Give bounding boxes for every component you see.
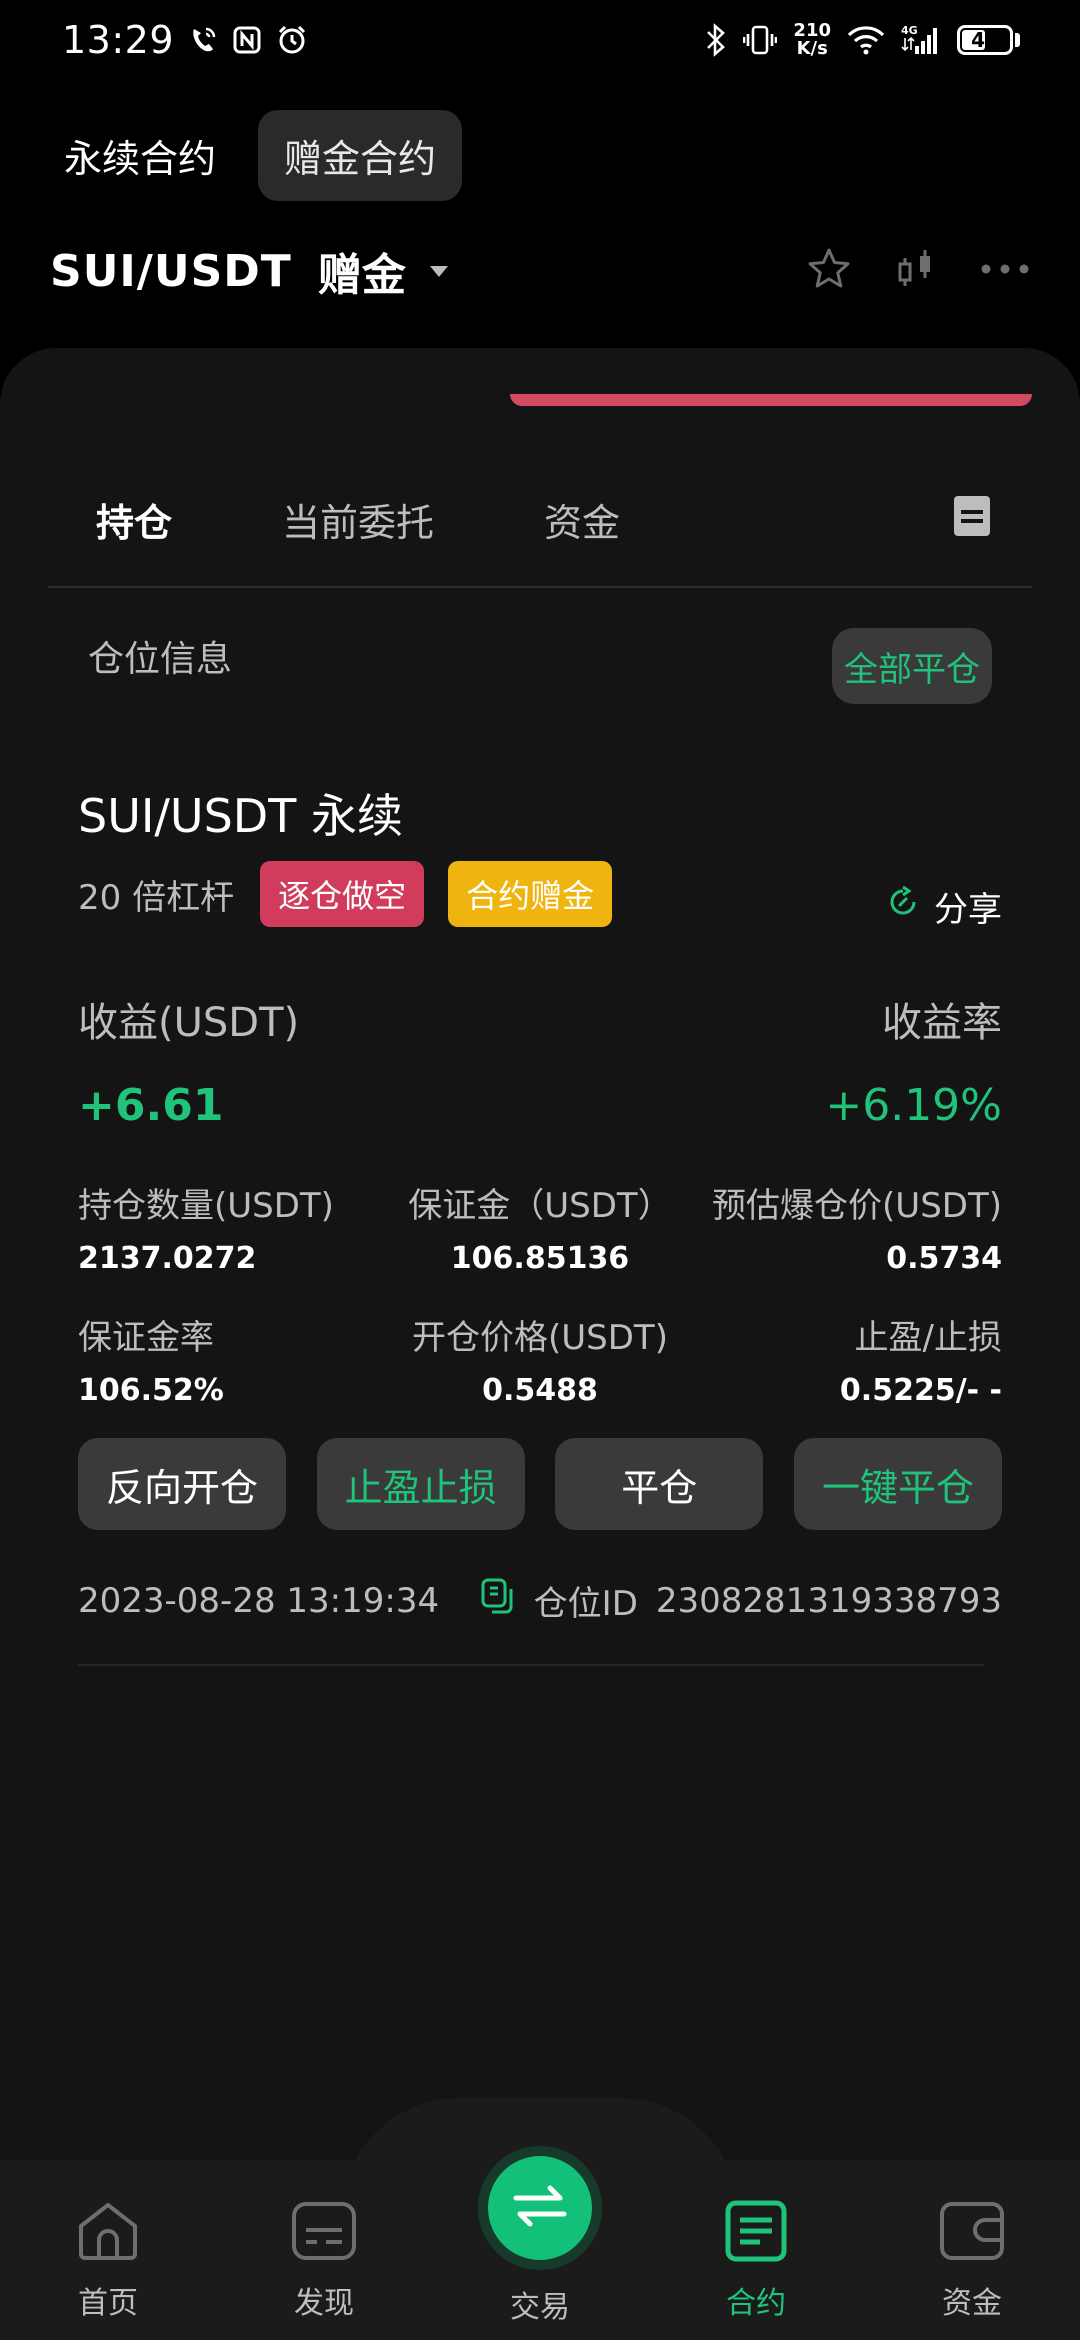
status-left: 13:29 (62, 18, 308, 62)
position-id-group[interactable]: 仓位ID 2308281319338793 (480, 1576, 1002, 1625)
close-position-button[interactable]: 平仓 (555, 1438, 764, 1530)
field-tp-sl: 止盈/止损 0.5225/- - (839, 1318, 1002, 1408)
nav-trade-label: 交易 (510, 2290, 570, 2325)
status-time: 13:29 (62, 18, 175, 62)
tab-perpetual-contract[interactable]: 永续合约 (38, 110, 242, 201)
vibrate-icon (743, 23, 778, 57)
tp-sl-button[interactable]: 止盈止损 (316, 1438, 525, 1530)
alarm-icon (276, 24, 308, 56)
more-icon[interactable] (980, 261, 1030, 281)
pnl-rate-value: +6.19% (825, 1080, 1002, 1131)
nav-home[interactable]: 首页 (28, 2200, 188, 2322)
star-icon[interactable] (806, 246, 852, 296)
pnl-values: +6.61 +6.19% (78, 1080, 1002, 1131)
position-tags-row: 20 倍杠杆 逐仓做空 合约赠金 分享 (78, 860, 1002, 931)
wallet-icon (939, 2200, 1005, 2270)
divider (78, 1664, 984, 1666)
pair-selector[interactable]: SUI/USDT 赠金 (50, 239, 448, 303)
tab-bonus-contract[interactable]: 赠金合约 (258, 110, 463, 201)
field-entry-price: 开仓价格(USDT) 0.5488 (412, 1318, 668, 1408)
panel-accent-bar (510, 394, 1032, 406)
nav-contract[interactable]: 合约 (676, 2200, 836, 2322)
status-right: 210 K/s 4G 45 (705, 22, 1020, 58)
wifi-call-icon (188, 25, 218, 55)
nav-wallet-label: 资金 (942, 2286, 1002, 2321)
pair-tag: 赠金 (317, 250, 406, 301)
wifi-icon (847, 25, 885, 55)
tab-funds[interactable]: 资金 (544, 480, 620, 559)
position-tabs: 持仓 当前委托 资金 (48, 480, 1032, 588)
one-click-close-button[interactable]: 一键平仓 (793, 1438, 1002, 1530)
battery-level: 45 (971, 28, 999, 52)
position-actions: 反向开仓 止盈止损 平仓 一键平仓 (78, 1438, 1002, 1530)
nav-contract-label: 合约 (726, 2286, 786, 2321)
position-meta: 2023-08-28 13:19:34 仓位ID 230828131933879… (78, 1576, 1002, 1625)
pair-actions (806, 246, 1030, 296)
pair-name: SUI/USDT (50, 245, 292, 297)
signal-icon: 4G (901, 24, 941, 56)
position-title: SUI/USDT 永续 (78, 789, 403, 843)
pnl-rate-label: 收益率 (882, 1000, 1002, 1046)
contract-bonus-badge: 合约赠金 (448, 861, 613, 927)
net-speed: 210 K/s (793, 20, 831, 59)
share-icon (886, 885, 920, 928)
contract-icon (723, 2200, 789, 2270)
pnl-labels: 收益(USDT) 收益率 (78, 990, 1002, 1048)
nav-discover-label: 发现 (294, 2286, 354, 2321)
nav-trade-button[interactable] (488, 2156, 592, 2260)
reverse-position-button[interactable]: 反向开仓 (78, 1438, 286, 1530)
caret-down-icon (429, 265, 448, 277)
candlestick-chart-icon[interactable] (896, 246, 936, 296)
position-id: 2308281319338793 (655, 1580, 1002, 1621)
share-label: 分享 (934, 889, 1002, 930)
discover-icon (291, 2200, 357, 2270)
nav-home-label: 首页 (78, 2286, 138, 2321)
nav-wallet[interactable]: 资金 (892, 2200, 1052, 2322)
swap-icon (512, 2184, 568, 2232)
contract-type-tabs: 永续合约 赠金合约 (64, 110, 463, 201)
tab-positions[interactable]: 持仓 (96, 480, 172, 559)
position-timestamp: 2023-08-28 13:19:34 (78, 1580, 440, 1621)
network-type-label: 4G (901, 24, 918, 37)
nav-discover[interactable]: 发现 (244, 2200, 404, 2322)
pnl-label: 收益(USDT) (78, 1000, 300, 1046)
leverage-label: 20 倍杠杆 (78, 877, 235, 918)
field-margin: 保证金（USDT） 106.85136 (408, 1186, 672, 1276)
tab-open-orders[interactable]: 当前委托 (282, 480, 434, 559)
bluetooth-icon (705, 23, 727, 57)
section-title: 仓位信息 (88, 639, 233, 680)
nfc-icon (232, 25, 262, 55)
copy-icon[interactable] (480, 1577, 516, 1624)
order-history-icon[interactable] (952, 494, 992, 542)
field-liquidation-price: 预估爆仓价(USDT) 0.5734 (712, 1186, 1002, 1276)
position-fields-row-2: 保证金率 106.52% 开仓价格(USDT) 0.5488 止盈/止损 0.5… (78, 1310, 1002, 1408)
isolated-short-badge: 逐仓做空 (260, 861, 425, 927)
share-button[interactable]: 分享 (886, 882, 1002, 931)
status-bar: 13:29 210 K/s 4G 45 (0, 0, 1080, 80)
position-id-label: 仓位ID (533, 1584, 638, 1624)
close-all-button[interactable]: 全部平仓 (832, 628, 992, 704)
home-icon (75, 2200, 141, 2270)
battery-indicator: 45 (957, 25, 1020, 55)
battery-icon: 45 (957, 25, 1013, 55)
field-margin-ratio: 保证金率 106.52% (78, 1318, 224, 1408)
pnl-value: +6.61 (78, 1080, 224, 1131)
pair-header: SUI/USDT 赠金 (50, 236, 1030, 306)
field-position-size: 持仓数量(USDT) 2137.0272 (78, 1186, 334, 1276)
position-fields-row-1: 持仓数量(USDT) 2137.0272 保证金（USDT） 106.85136… (78, 1178, 1002, 1276)
